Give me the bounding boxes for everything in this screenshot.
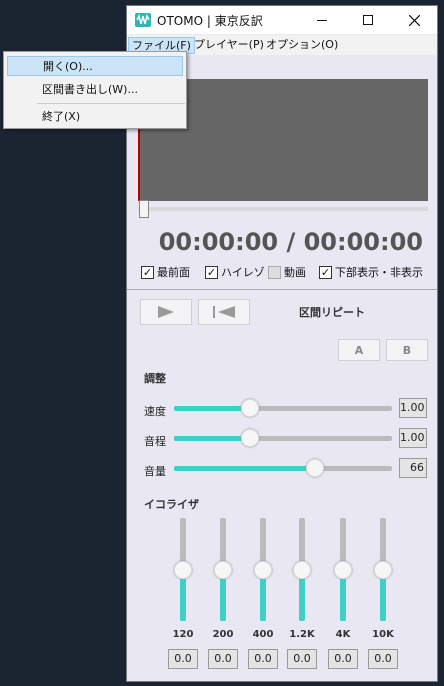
eq-slider-200[interactable]	[214, 518, 232, 621]
file-menu-dropdown: 開く(O)... 区間書き出し(W)... 終了(X)	[3, 51, 187, 129]
rewind-button[interactable]	[198, 299, 250, 325]
eq-slider-4k[interactable]	[334, 518, 352, 621]
checkbox-checked-icon: ✓	[319, 265, 332, 279]
menu-options[interactable]: オプション(O)	[263, 37, 341, 54]
checkbox-unchecked-icon	[268, 265, 281, 279]
volume-label: 音量	[144, 465, 166, 478]
eq-value[interactable]: 0.0	[208, 649, 238, 669]
adjust-heading: 調整	[144, 372, 166, 385]
maximize-icon	[363, 15, 373, 25]
menu-item-exit[interactable]: 終了(X)	[7, 107, 183, 127]
eq-value[interactable]: 0.0	[328, 649, 358, 669]
eq-thumb[interactable]	[214, 561, 232, 579]
eq-thumb[interactable]	[254, 561, 272, 579]
eq-thumb[interactable]	[293, 561, 311, 579]
bottom-display-checkbox[interactable]: ✓ 下部表示・非表示	[319, 264, 423, 280]
skip-to-start-icon	[213, 306, 235, 318]
eq-freq-label: 200	[212, 629, 234, 640]
pitch-slider-thumb[interactable]	[241, 429, 259, 447]
eq-freq-label: 400	[252, 629, 274, 640]
always-on-top-checkbox[interactable]: ✓ 最前面	[141, 264, 190, 280]
seek-bar[interactable]	[138, 207, 428, 211]
a-point-button[interactable]: A	[338, 339, 380, 361]
b-point-button[interactable]: B	[386, 339, 428, 361]
speed-slider[interactable]	[174, 399, 392, 417]
pitch-value[interactable]: 1.00	[399, 428, 427, 448]
eq-slider-1-2k[interactable]	[293, 518, 311, 621]
speed-slider-thumb[interactable]	[241, 399, 259, 417]
volume-slider-fill	[174, 466, 315, 471]
volume-slider[interactable]	[174, 459, 392, 477]
hi-res-checkbox[interactable]: ✓ ハイレゾ	[205, 264, 265, 280]
checkbox-checked-icon: ✓	[141, 265, 154, 279]
seek-handle[interactable]	[139, 200, 149, 218]
app-logo-icon	[135, 13, 151, 27]
speed-value[interactable]: 1.00	[399, 398, 427, 418]
checkbox-checked-icon: ✓	[205, 265, 218, 279]
speed-slider-fill	[174, 406, 250, 411]
eq-thumb[interactable]	[174, 561, 192, 579]
eq-value[interactable]: 0.0	[287, 649, 317, 669]
speed-label: 速度	[144, 405, 166, 418]
eq-thumb[interactable]	[334, 561, 352, 579]
eq-freq-label: 4K	[335, 629, 351, 640]
divider	[127, 289, 437, 290]
eq-slider-10k[interactable]	[374, 518, 392, 621]
maximize-button[interactable]	[345, 6, 391, 34]
pitch-label: 音程	[144, 435, 166, 448]
play-icon	[158, 306, 174, 318]
equalizer-heading: イコライザ	[144, 498, 199, 511]
pitch-slider[interactable]	[174, 429, 392, 447]
menu-item-export-section[interactable]: 区間書き出し(W)...	[7, 80, 183, 100]
volume-value[interactable]: 66	[399, 458, 427, 478]
eq-value[interactable]: 0.0	[368, 649, 398, 669]
option-checkboxes: ✓ 最前面 ✓ ハイレゾ 動画 ✓ 下部表示・非表示	[141, 264, 437, 282]
minimize-icon	[317, 19, 327, 21]
video-checkbox[interactable]: 動画	[268, 264, 306, 280]
menu-item-open[interactable]: 開く(O)...	[7, 56, 183, 76]
title-bar: OTOMO | 東京反訳	[127, 6, 437, 34]
section-repeat-label: 区間リピート	[299, 306, 365, 319]
volume-slider-thumb[interactable]	[306, 459, 324, 477]
eq-freq-label: 120	[172, 629, 194, 640]
eq-slider-400[interactable]	[254, 518, 272, 621]
window-title: OTOMO | 東京反訳	[157, 14, 263, 28]
menu-player[interactable]: プレイヤー(P)	[191, 37, 267, 54]
close-icon	[408, 14, 420, 26]
eq-slider-120[interactable]	[174, 518, 192, 621]
menu-separator	[37, 103, 185, 104]
eq-freq-label: 1.2K	[289, 629, 315, 640]
eq-value[interactable]: 0.0	[248, 649, 278, 669]
time-display: 00:00:00 / 00:00:00	[158, 228, 423, 256]
close-button[interactable]	[391, 6, 437, 34]
eq-value[interactable]: 0.0	[168, 649, 198, 669]
play-button[interactable]	[140, 299, 192, 325]
minimize-button[interactable]	[299, 6, 345, 34]
eq-thumb[interactable]	[374, 561, 392, 579]
pitch-slider-fill	[174, 436, 250, 441]
eq-freq-label: 10K	[372, 629, 394, 640]
